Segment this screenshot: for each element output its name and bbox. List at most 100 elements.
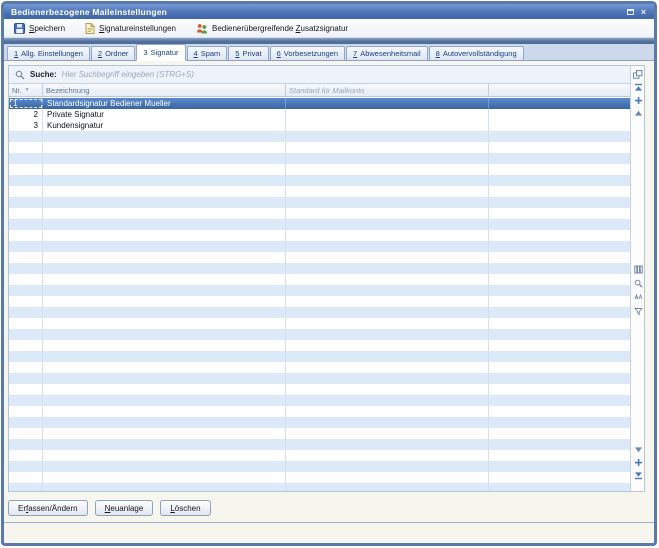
cell-bezeichnung: [43, 241, 286, 252]
tab-allg-einstellungen[interactable]: 1Allg. Einstellungen: [7, 46, 90, 60]
column-header-empty[interactable]: [489, 84, 644, 96]
empty-row: [9, 439, 630, 450]
cell-nr: [9, 197, 43, 208]
cell-empty: [489, 120, 630, 131]
view-columns-icon[interactable]: [632, 263, 644, 275]
search-icon: [15, 70, 25, 80]
cell-nr: [9, 373, 43, 384]
cell-bezeichnung: [43, 186, 286, 197]
cell-empty: [489, 472, 630, 483]
tab-spam[interactable]: 4Spam: [187, 46, 228, 60]
neuanlage-button[interactable]: Neuanlage: [95, 500, 154, 516]
plus-icon[interactable]: [632, 94, 644, 106]
signature-settings-icon: [85, 23, 95, 34]
cell-nr: [9, 406, 43, 417]
cell-standard: [286, 153, 489, 164]
cell-empty: [489, 142, 630, 153]
goto-top-icon[interactable]: [632, 81, 644, 93]
column-header-standard-für-mailkonto[interactable]: Standard für Mailkonto: [286, 84, 489, 96]
cell-nr: [9, 362, 43, 373]
cell-standard: [286, 274, 489, 285]
loeschen-button[interactable]: Löschen: [160, 500, 210, 516]
cell-nr: [9, 439, 43, 450]
cell-standard: [286, 329, 489, 340]
empty-row: [9, 395, 630, 406]
cell-standard: [286, 461, 489, 472]
cross-user-signature-icon: [196, 23, 208, 34]
table-row[interactable]: 1Standardsignatur Bediener Mueller: [9, 98, 630, 109]
cell-bezeichnung: [43, 208, 286, 219]
table-row[interactable]: 2Private Signatur: [9, 109, 630, 120]
cell-nr: [9, 483, 43, 491]
cell-bezeichnung: [43, 329, 286, 340]
tab-abwesenheitsmail[interactable]: 7Abwesenheitsmail: [346, 46, 428, 60]
cell-nr: [9, 153, 43, 164]
cell-standard: [286, 230, 489, 241]
tab-ordner[interactable]: 2Ordner: [91, 46, 136, 60]
close-icon[interactable]: ×: [637, 6, 650, 17]
empty-row: [9, 274, 630, 285]
cross-user-signature-button-label: Bedienerübergreifende Zusatzsignatur: [212, 24, 348, 33]
goto-bottom-icon[interactable]: [632, 469, 644, 481]
restore-icon[interactable]: [624, 6, 637, 17]
cell-empty: [489, 230, 630, 241]
erfassen-aendern-button[interactable]: Erfassen/Ändern: [8, 500, 88, 516]
tab-autovervollständigung[interactable]: 8Autovervollständigung: [429, 46, 524, 60]
table-row[interactable]: 3Kundensignatur: [9, 120, 630, 131]
cell-empty: [489, 362, 630, 373]
empty-row: [9, 428, 630, 439]
cell-bezeichnung: [43, 439, 286, 450]
cell-nr: [9, 340, 43, 351]
cell-nr: [9, 252, 43, 263]
empty-row: [9, 263, 630, 274]
scroll-down-icon[interactable]: [632, 443, 644, 455]
cell-empty: [489, 417, 630, 428]
scroll-up-icon[interactable]: [632, 107, 644, 119]
cell-standard: [286, 208, 489, 219]
cell-standard: [286, 197, 489, 208]
cell-nr: [9, 241, 43, 252]
titlebar[interactable]: Bedienerbezogene Maileinstellungen ×: [4, 4, 654, 19]
cell-standard: [286, 131, 489, 142]
column-header-bezeichnung[interactable]: Bezeichnung: [43, 84, 286, 96]
toolbar: Speichern Signatureinstellungen Bedienerüb…: [4, 19, 654, 38]
empty-row: [9, 384, 630, 395]
search-bar: Suche:: [9, 66, 644, 84]
save-button[interactable]: Speichern: [11, 21, 68, 36]
tab-vorbesetzungen[interactable]: 6Vorbesetzungen: [270, 46, 345, 60]
search-icon[interactable]: [632, 277, 644, 289]
cell-empty: [489, 373, 630, 384]
empty-row: [9, 472, 630, 483]
cell-empty: [489, 98, 630, 109]
empty-row: [9, 153, 630, 164]
empty-row: [9, 296, 630, 307]
tab-privat[interactable]: 5Privat: [228, 46, 268, 60]
cell-bezeichnung: [43, 285, 286, 296]
plus-icon[interactable]: [632, 456, 644, 468]
tab-signatur[interactable]: 3Signatur: [136, 44, 185, 61]
window-bottom-strip: [4, 523, 654, 543]
auto-filter-icon[interactable]: [632, 291, 644, 303]
cell-empty: [489, 285, 630, 296]
column-header-nr-[interactable]: Nr.▼: [9, 84, 43, 96]
cell-standard: [286, 439, 489, 450]
cell-bezeichnung: [43, 472, 286, 483]
cell-bezeichnung: [43, 450, 286, 461]
save-icon: [14, 23, 25, 34]
cell-bezeichnung: [43, 362, 286, 373]
cell-empty: [489, 263, 630, 274]
cell-nr: [9, 274, 43, 285]
cross-user-signature-button[interactable]: Bedienerübergreifende Zusatzsignatur: [193, 21, 351, 36]
cell-bezeichnung: [43, 175, 286, 186]
filter-icon[interactable]: [632, 305, 644, 317]
cell-bezeichnung: [43, 461, 286, 472]
signature-settings-button[interactable]: Signatureinstellungen: [82, 21, 179, 36]
cell-empty: [489, 307, 630, 318]
cell-nr: [9, 263, 43, 274]
cell-standard: [286, 142, 489, 153]
column-chooser-icon[interactable]: [632, 68, 644, 80]
cell-empty: [489, 296, 630, 307]
cell-nr: [9, 351, 43, 362]
empty-row: [9, 373, 630, 384]
search-input[interactable]: [62, 68, 644, 82]
